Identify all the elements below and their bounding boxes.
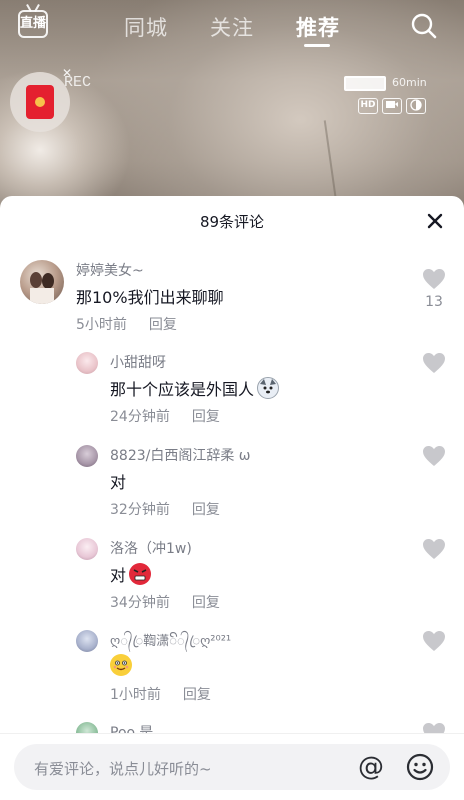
comments-panel: 89条评论 婷婷美女~ 那10%我们出来聊聊 5小时前 回复 13 小甜甜呀 那十… [0, 196, 464, 800]
reply-button[interactable]: 回复 [192, 409, 220, 425]
reply-button[interactable]: 回复 [149, 317, 177, 333]
heart-icon[interactable] [422, 445, 446, 467]
tab-recommended[interactable]: 推荐 [296, 12, 340, 42]
camera-icon [382, 98, 402, 114]
comment-time: 32分钟前 [110, 502, 170, 518]
comment-text-body: 那十个应该是外国人 [110, 380, 255, 399]
comment-username[interactable]: 婷婷美女~ [76, 260, 144, 280]
comment-username[interactable]: 8823/白西阁江辞柔 ω [110, 445, 251, 465]
comment-username[interactable]: ღ᭄ꦿ鞫潇ꦼ᭄ꦿღ²⁰²¹ [110, 630, 231, 657]
reply-button[interactable]: 回复 [192, 595, 220, 611]
angry-face-emoji [129, 563, 152, 585]
comment-time: 34分钟前 [110, 595, 170, 611]
reply-item: 8823/白西阁江辞柔 ω 对 32分钟前 回复 [0, 441, 464, 527]
comment-input[interactable]: 有爱评论，说点儿好听的~ @ [14, 744, 450, 790]
tab-nearby[interactable]: 同城 [124, 12, 168, 42]
comment-text: 那10%我们出来聊聊 [76, 288, 224, 307]
red-packet-button[interactable] [10, 72, 70, 132]
comment-meta: 32分钟前 回复 [110, 499, 220, 519]
reply-item: ღ᭄ꦿ鞫潇ꦼ᭄ꦿღ²⁰²¹ 1小时前 回复 [0, 628, 464, 714]
comment-time: 24分钟前 [110, 409, 170, 425]
avatar[interactable] [76, 445, 98, 467]
battery-icon [344, 76, 386, 91]
tab-following[interactable]: 关注 [210, 12, 254, 42]
like-count: 13 [425, 294, 443, 310]
heart-icon[interactable] [422, 538, 446, 560]
avatar[interactable] [76, 352, 98, 374]
comment-time: 1小时前 [110, 687, 161, 703]
comment-text: 对 [110, 473, 127, 492]
comment-meta: 5小时前 回复 [76, 314, 177, 334]
top-navigation: 直播 同城 关注 推荐 [0, 0, 464, 52]
reply-item: 洛洛（冲1w) 对 34分钟前 回复 [0, 536, 464, 622]
heart-icon[interactable] [422, 630, 446, 652]
heart-icon[interactable] [422, 268, 446, 290]
active-tab-indicator [304, 44, 330, 47]
comment-username[interactable]: 洛洛（冲1w) [110, 538, 192, 558]
comment-meta: 24分钟前 回复 [110, 406, 220, 426]
comment-text: 那十个应该是外国人 [110, 376, 280, 400]
comment-input-bar: 有爱评论，说点儿好听的~ @ [0, 733, 464, 800]
heart-icon[interactable] [422, 352, 446, 374]
reply-button[interactable]: 回复 [192, 502, 220, 518]
dog-face-emoji [257, 377, 280, 399]
comment-text-body: 对 [110, 566, 127, 585]
search-icon[interactable] [410, 12, 438, 40]
red-envelope-icon [26, 85, 54, 119]
avatar[interactable] [76, 538, 98, 560]
avatar[interactable] [76, 630, 98, 652]
smiling-face-emoji [110, 654, 132, 676]
comments-count-title: 89条评论 [199, 213, 265, 231]
comment-item: 婷婷美女~ 那10%我们出来聊聊 5小时前 回复 13 [0, 252, 464, 342]
comment-username[interactable]: 小甜甜呀 [110, 352, 166, 372]
hd-badge: HD [358, 98, 378, 114]
avatar[interactable] [20, 260, 64, 304]
comment-input-placeholder: 有爱评论，说点儿好听的~ [34, 760, 212, 778]
comment-meta: 34分钟前 回复 [110, 592, 220, 612]
live-tv-icon[interactable]: 直播 [18, 10, 48, 38]
comment-time: 5小时前 [76, 317, 127, 333]
emoji-icon[interactable] [406, 753, 434, 781]
reply-item: 小甜甜呀 那十个应该是外国人 24分钟前 回复 [0, 346, 464, 432]
contrast-icon [406, 98, 426, 114]
battery-text: 60min [392, 76, 427, 89]
rec-label: REC [64, 74, 92, 91]
comment-meta: 1小时前 回复 [110, 684, 211, 704]
at-mention-icon[interactable]: @ [356, 753, 386, 783]
reply-button[interactable]: 回复 [183, 687, 211, 703]
comment-text: 对 [110, 562, 152, 586]
close-icon[interactable] [424, 210, 446, 232]
comments-header: 89条评论 [0, 196, 464, 246]
comment-text [110, 654, 132, 676]
